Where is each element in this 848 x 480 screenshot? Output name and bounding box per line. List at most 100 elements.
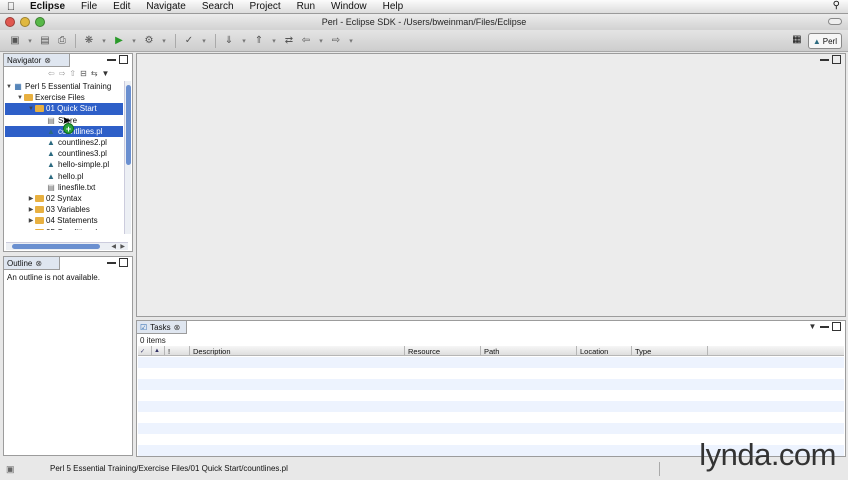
expanded-arrow-icon[interactable]: ▼ — [5, 84, 13, 90]
minimize-view-button[interactable] — [820, 323, 829, 328]
up-icon[interactable]: ⇧ — [69, 69, 76, 78]
maximize-view-button[interactable] — [832, 322, 841, 331]
column-sort[interactable]: ▲ — [152, 346, 165, 356]
new-dropdown-icon[interactable]: ▾ — [25, 34, 35, 48]
tree-item[interactable]: ▤ linesfile.txt — [5, 182, 123, 193]
view-menu-icon[interactable]: ▼ — [808, 322, 817, 331]
tree-item[interactable]: ▼ Exercise Files — [5, 92, 123, 103]
link-editor-icon[interactable]: ⇆ — [91, 69, 98, 78]
tree-item[interactable]: ▶ 04 Statements — [5, 215, 123, 226]
collapsed-arrow-icon[interactable]: ▶ — [27, 195, 35, 202]
print-icon[interactable]: ⎙ — [55, 34, 69, 48]
tree-item[interactable]: ▲ hello.pl — [5, 171, 123, 182]
perl-perspective-button[interactable]: ▲ Perl — [807, 33, 842, 49]
project-icon: ▦ — [14, 82, 22, 92]
tree-item[interactable]: ▶ 02 Syntax — [5, 193, 123, 204]
run-icon[interactable]: ▶ — [112, 34, 126, 48]
next-annotation-icon[interactable]: ⇓ — [222, 34, 236, 48]
magnifier-icon[interactable]: ⚲ — [833, 0, 840, 11]
expanded-arrow-icon[interactable]: ▼ — [27, 106, 35, 112]
navigator-view: Navigator ⊗ ⇦ ⇨ ⇧ ⊟ ⇆ ▼ ▼ ▦ Perl 5 Essenti… — [3, 53, 133, 252]
tree-item[interactable]: ▶ 05 Conditionals — [5, 226, 123, 230]
scroll-thumb[interactable] — [12, 244, 100, 249]
tree-item[interactable]: ▶ 03 Variables — [5, 204, 123, 215]
maximize-view-button[interactable] — [119, 55, 128, 64]
tasks-count: 0 items — [140, 336, 166, 345]
menu-navigate[interactable]: Navigate — [138, 1, 193, 12]
column-description[interactable]: Description — [190, 346, 405, 356]
menu-eclipse[interactable]: Eclipse — [22, 1, 73, 12]
close-icon[interactable]: ⊗ — [44, 56, 51, 65]
open-perspective-icon[interactable]: ▦ — [790, 34, 804, 48]
tree-item[interactable]: ▲ countlines3.pl — [5, 148, 123, 159]
minimize-view-button[interactable] — [820, 56, 829, 61]
menu-project[interactable]: Project — [242, 1, 289, 12]
next-annotation-dropdown-icon[interactable]: ▾ — [239, 34, 249, 48]
column-priority[interactable]: ! — [165, 346, 190, 356]
collapse-all-icon[interactable]: ⊟ — [80, 69, 87, 78]
tree-item[interactable]: ▲ countlines2.pl — [5, 137, 123, 148]
forward-icon[interactable]: ⇨ — [329, 34, 343, 48]
navigator-tab-label: Navigator — [7, 55, 42, 65]
scroll-thumb[interactable] — [126, 85, 131, 165]
close-window-button[interactable] — [5, 17, 15, 27]
scroll-right-icon[interactable]: ▶ — [120, 243, 125, 250]
menu-file[interactable]: File — [73, 1, 105, 12]
tab-tasks[interactable]: ☑ Tasks ⊗ — [137, 321, 187, 334]
column-type[interactable]: Type — [632, 346, 708, 356]
search-icon[interactable]: ✓ — [182, 34, 196, 48]
previous-annotation-dropdown-icon[interactable]: ▾ — [269, 34, 279, 48]
column-resource[interactable]: Resource — [405, 346, 481, 356]
debug-icon[interactable]: ❋ — [82, 34, 96, 48]
column-path[interactable]: Path — [481, 346, 577, 356]
collapsed-arrow-icon[interactable]: ▶ — [27, 229, 35, 231]
save-icon[interactable]: ▤ — [38, 34, 52, 48]
run-dropdown-icon[interactable]: ▾ — [129, 34, 139, 48]
minimize-view-button[interactable] — [107, 259, 116, 264]
view-menu-icon[interactable]: ▼ — [102, 69, 110, 78]
forward-icon[interactable]: ⇨ — [59, 69, 66, 78]
external-tools-dropdown-icon[interactable]: ▾ — [159, 34, 169, 48]
menu-window[interactable]: Window — [323, 1, 375, 12]
collapsed-arrow-icon[interactable]: ▶ — [27, 217, 35, 224]
menu-search[interactable]: Search — [194, 1, 242, 12]
close-icon[interactable]: ⊗ — [35, 259, 42, 268]
tree-item[interactable]: ▼ ▦ Perl 5 Essential Training — [5, 81, 123, 92]
vertical-scrollbar[interactable] — [124, 81, 131, 234]
collapsed-arrow-icon[interactable]: ▶ — [27, 206, 35, 213]
search-dropdown-icon[interactable]: ▾ — [199, 34, 209, 48]
apple-icon[interactable]:  — [0, 1, 22, 13]
maximize-view-button[interactable] — [119, 258, 128, 267]
back-icon[interactable]: ⇦ — [48, 69, 55, 78]
back-icon[interactable]: ⇦ — [299, 34, 313, 48]
tab-navigator[interactable]: Navigator ⊗ — [4, 54, 70, 67]
toolbar-toggle-button[interactable] — [828, 18, 842, 25]
forward-dropdown-icon[interactable]: ▾ — [346, 34, 356, 48]
minimize-view-button[interactable] — [107, 56, 116, 61]
column-location[interactable]: Location — [577, 346, 632, 356]
back-dropdown-icon[interactable]: ▾ — [316, 34, 326, 48]
column-completed[interactable]: ✓ — [138, 346, 152, 356]
external-tools-icon[interactable]: ⚙ — [142, 34, 156, 48]
menu-run[interactable]: Run — [289, 1, 323, 12]
maximize-view-button[interactable] — [832, 55, 841, 64]
folder-icon — [35, 194, 44, 202]
scroll-left-icon[interactable]: ◀ — [111, 243, 116, 250]
minimize-window-button[interactable] — [20, 17, 30, 27]
window-title: Perl - Eclipse SDK - /Users/bweinman/Fil… — [321, 17, 527, 27]
new-file-icon[interactable]: ▣ — [8, 34, 22, 48]
last-edit-icon[interactable]: ⇄ — [282, 34, 296, 48]
zoom-window-button[interactable] — [35, 17, 45, 27]
fast-view-icon[interactable]: ▣ — [6, 464, 16, 474]
horizontal-scrollbar[interactable]: ◀ ▶ — [6, 242, 128, 250]
expanded-arrow-icon[interactable]: ▼ — [16, 95, 24, 101]
menu-edit[interactable]: Edit — [105, 1, 138, 12]
tab-outline[interactable]: Outline ⊗ — [4, 257, 60, 270]
tree-item[interactable]: ▼ 01 Quick Start — [5, 103, 123, 115]
debug-dropdown-icon[interactable]: ▾ — [99, 34, 109, 48]
menu-help[interactable]: Help — [375, 1, 412, 12]
close-icon[interactable]: ⊗ — [174, 323, 181, 332]
tree-item[interactable]: ▲ hello-simple.pl — [5, 159, 123, 170]
previous-annotation-icon[interactable]: ⇑ — [252, 34, 266, 48]
perspective-switcher: ▦ ▲ Perl — [790, 33, 842, 49]
